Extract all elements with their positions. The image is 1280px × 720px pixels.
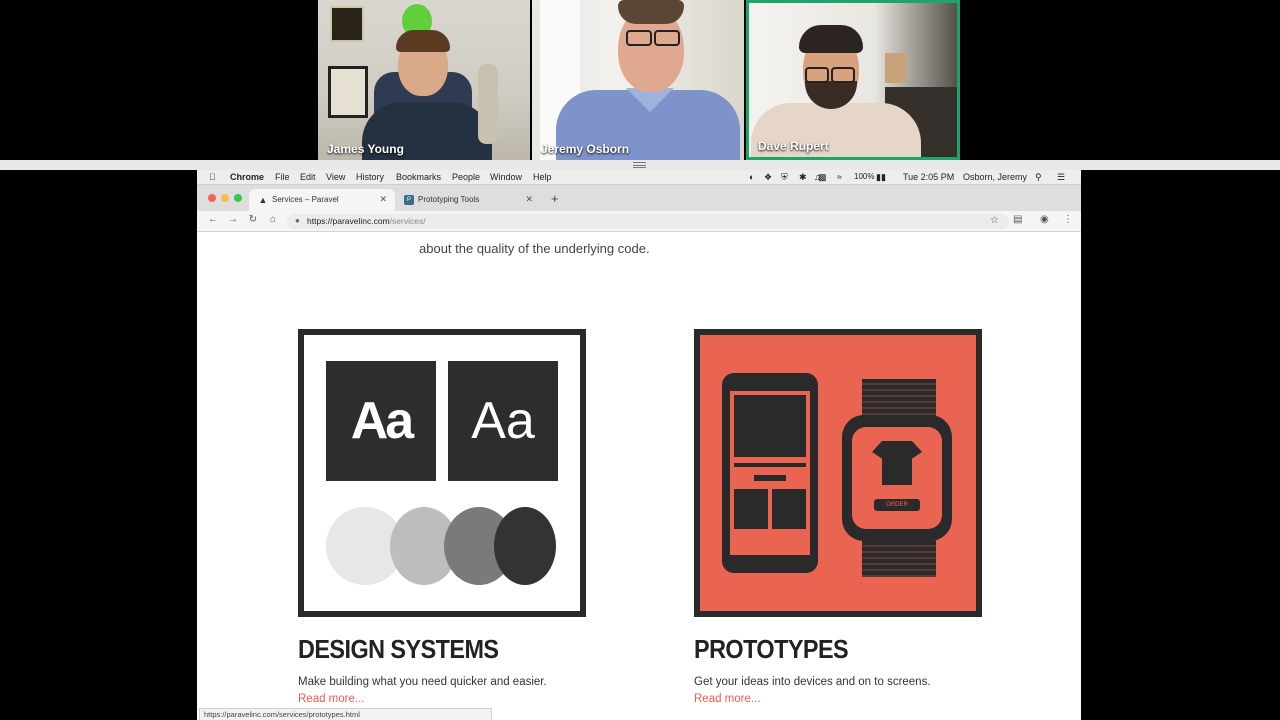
- participant-name: Jeremy Osborn: [541, 142, 630, 156]
- typeface-bold-swatch: Aa: [326, 361, 436, 481]
- menu-app-name[interactable]: Chrome: [230, 172, 264, 182]
- browser-tab-bar: ▲ Services – Paravel ✕ P Prototyping Too…: [197, 185, 1081, 211]
- phone-screen: [730, 391, 810, 555]
- typeface-light-swatch: Aa: [448, 361, 558, 481]
- glasses: [626, 30, 652, 46]
- bookmark-star-icon[interactable]: ☆: [990, 215, 999, 226]
- notification-center-icon[interactable]: ☰: [1057, 172, 1065, 183]
- intro-text: about the quality of the underlying code…: [419, 241, 650, 256]
- service-card-prototypes: ORDER PROTOTYPES Get your ideas into dev…: [694, 329, 982, 705]
- guitar: [478, 64, 498, 144]
- tab-services-paravel[interactable]: ▲ Services – Paravel ✕: [249, 189, 395, 211]
- phone-hero-block: [734, 395, 806, 457]
- url-host: https://paravelinc.com: [307, 216, 390, 226]
- phone-card-right: [772, 489, 806, 529]
- zoom-window-button[interactable]: [234, 194, 242, 202]
- address-bar[interactable]: ● https://paravelinc.com/services/ ☆: [287, 214, 1009, 229]
- phone-text-line: [734, 463, 806, 467]
- link-status-bubble: https://paravelinc.com/services/prototyp…: [199, 708, 492, 720]
- camera-extension-icon[interactable]: ▤: [1013, 214, 1022, 225]
- apple-icon[interactable]: : [209, 172, 216, 182]
- browser-toolbar: ← → ↻ ⌂ ● https://paravelinc.com/service…: [197, 211, 1081, 232]
- menubar-user[interactable]: Osborn, Jeremy: [963, 172, 1027, 182]
- shield-icon[interactable]: ⛨: [781, 172, 788, 183]
- menu-history[interactable]: History: [356, 172, 384, 182]
- menu-edit[interactable]: Edit: [300, 172, 316, 182]
- design-systems-illustration[interactable]: Aa Aa: [298, 329, 586, 617]
- shared-screen:  Chrome File Edit View History Bookmark…: [197, 170, 1081, 720]
- more-menu-icon[interactable]: ⋮: [1063, 214, 1073, 225]
- glasses: [654, 30, 680, 46]
- menu-people[interactable]: People: [452, 172, 480, 182]
- close-icon[interactable]: ✕: [525, 194, 533, 205]
- watch-face: ORDER: [842, 415, 952, 541]
- display-icon[interactable]: ▩: [818, 172, 827, 183]
- url-path: /services/: [389, 216, 426, 226]
- tab-title: Prototyping Tools: [418, 195, 480, 204]
- address-url: https://paravelinc.com/services/: [307, 216, 426, 226]
- phone-button: [754, 475, 786, 481]
- service-card-design-systems: Aa Aa DESIGN SYSTEMS Make building what …: [298, 329, 586, 705]
- battery-percent: 100%: [854, 172, 875, 181]
- phone-card-left: [734, 489, 768, 529]
- prototypes-illustration[interactable]: ORDER: [694, 329, 982, 617]
- read-more-link[interactable]: Read more...: [694, 693, 760, 705]
- tab-prototyping-tools[interactable]: P Prototyping Tools ✕: [395, 189, 541, 211]
- menu-bookmarks[interactable]: Bookmarks: [396, 172, 441, 182]
- menu-file[interactable]: File: [275, 172, 290, 182]
- participant-name: Dave Rupert: [758, 139, 829, 153]
- wall-poster: [328, 66, 368, 118]
- person-hair: [618, 0, 684, 24]
- paravel-favicon-icon: ▲: [258, 195, 268, 205]
- bluetooth-icon[interactable]: ✱: [799, 172, 807, 183]
- resize-handle[interactable]: [633, 162, 646, 168]
- color-swatch-4: [494, 507, 556, 585]
- status-icon[interactable]: ◐: [749, 172, 754, 182]
- menu-window[interactable]: Window: [490, 172, 522, 182]
- video-tile-jeremy-osborn[interactable]: Jeremy Osborn: [532, 0, 744, 160]
- person-hair: [396, 30, 450, 52]
- read-more-link[interactable]: Read more...: [298, 693, 364, 705]
- watch-band-bottom: [862, 535, 936, 577]
- wall-art: [885, 53, 907, 83]
- watch-order-button: ORDER: [874, 499, 920, 511]
- close-window-button[interactable]: [208, 194, 216, 202]
- glasses: [805, 67, 829, 83]
- lock-icon: ●: [295, 216, 300, 225]
- menu-view[interactable]: View: [326, 172, 345, 182]
- reload-icon[interactable]: ↻: [246, 214, 260, 225]
- glasses: [831, 67, 855, 83]
- wifi-icon[interactable]: ≈: [837, 172, 842, 182]
- service-title: PROTOTYPES: [694, 634, 849, 664]
- tab-title: Services – Paravel: [272, 195, 339, 204]
- participant-name: James Young: [327, 142, 404, 156]
- video-tile-dave-rupert[interactable]: Dave Rupert: [746, 0, 960, 160]
- profile-avatar-icon[interactable]: ◉: [1040, 214, 1049, 225]
- spotlight-icon[interactable]: ⚲: [1035, 172, 1042, 183]
- web-page: about the quality of the underlying code…: [197, 232, 1081, 720]
- doc-favicon-icon: P: [404, 195, 414, 205]
- dropbox-icon[interactable]: ❖: [764, 172, 772, 183]
- video-tile-james-young[interactable]: James Young: [318, 0, 530, 160]
- service-title: DESIGN SYSTEMS: [298, 634, 499, 664]
- mac-menubar:  Chrome File Edit View History Bookmark…: [197, 170, 1081, 185]
- home-icon[interactable]: ⌂: [266, 214, 280, 225]
- service-description: Make building what you need quicker and …: [298, 676, 547, 688]
- menubar-clock[interactable]: Tue 2:05 PM: [903, 172, 954, 182]
- phone-device: [722, 373, 818, 573]
- menu-help[interactable]: Help: [533, 172, 552, 182]
- close-icon[interactable]: ✕: [379, 194, 387, 205]
- new-tab-button[interactable]: +: [551, 191, 559, 206]
- wall-frame: [330, 6, 364, 42]
- battery-icon[interactable]: ▮▮: [876, 172, 886, 183]
- service-description: Get your ideas into devices and on to sc…: [694, 676, 931, 688]
- forward-arrow-icon[interactable]: →: [226, 214, 240, 225]
- back-arrow-icon[interactable]: ←: [206, 214, 220, 225]
- person-hair: [799, 25, 863, 53]
- minimize-window-button[interactable]: [221, 194, 229, 202]
- watch-screen: ORDER: [852, 427, 942, 529]
- shirt-icon: [872, 441, 922, 485]
